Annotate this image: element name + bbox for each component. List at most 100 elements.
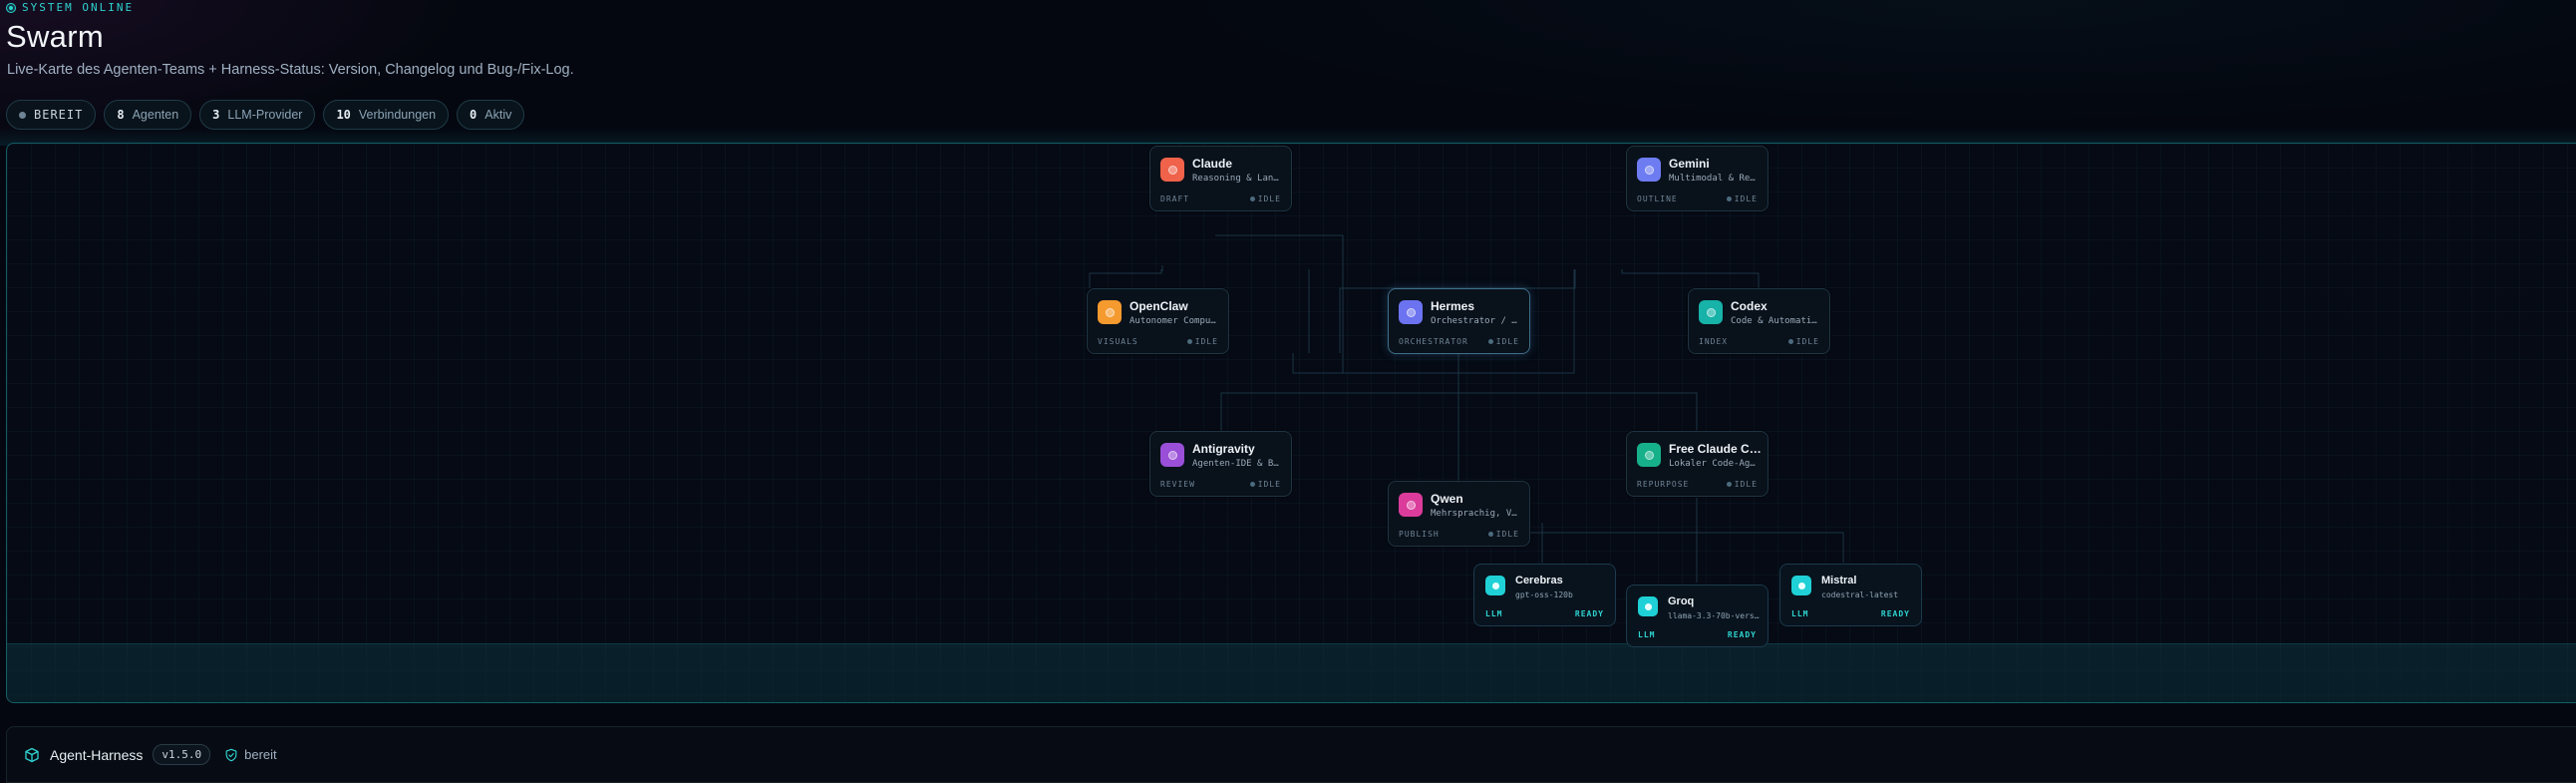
- edge-claude-hermes-side: [1215, 234, 1344, 373]
- agent-node-claude[interactable]: Claude Reasoning & Lang… DRAFT IDLE: [1149, 146, 1292, 211]
- llm-node-mistral[interactable]: Mistral codestral-latest LLM READY: [1779, 564, 1922, 626]
- shield-check-icon: [225, 748, 237, 761]
- state-label: BEREIT: [34, 108, 84, 122]
- llm-name: Mistral: [1821, 575, 1857, 587]
- agent-name: Claude: [1192, 157, 1233, 171]
- agent-hermes-icon: [1399, 300, 1423, 324]
- providers-label: LLM-Provider: [227, 108, 303, 122]
- active-label: Aktiv: [484, 108, 512, 122]
- agent-description: Code & Automatis…: [1731, 316, 1822, 326]
- agent-state: IDLE: [1488, 337, 1519, 346]
- cube-icon: [25, 747, 39, 762]
- agent-antigravity-icon: [1160, 443, 1184, 467]
- agent-openclaw-icon: [1098, 300, 1122, 324]
- status-indicator-icon: [6, 2, 16, 13]
- agent-state: IDLE: [1187, 337, 1218, 346]
- agent-role: ORCHESTRATOR: [1399, 337, 1468, 346]
- agent-description: Agenten-IDE & Bu…: [1192, 459, 1284, 469]
- agent-state: IDLE: [1727, 480, 1758, 489]
- agent-state: IDLE: [1250, 480, 1281, 489]
- llm-name: Cerebras: [1515, 575, 1563, 587]
- edge-hermes-antigravity: [1220, 392, 1458, 433]
- agent-role: PUBLISH: [1399, 530, 1440, 539]
- llm-model: llama-3.3-70b-vers…: [1668, 611, 1760, 620]
- active-count: 0: [470, 108, 478, 122]
- agent-role: VISUALS: [1098, 337, 1138, 346]
- agent-qwen-icon: [1399, 493, 1423, 517]
- harness-footer: Agent-Harness v1.5.0 bereit: [6, 726, 2576, 783]
- harness-name: Agent-Harness: [50, 746, 144, 763]
- llm-node-cerebras[interactable]: Cerebras gpt-oss-120b LLM READY: [1473, 564, 1616, 626]
- agent-node-openclaw[interactable]: OpenClaw Autonomer Comput… VISUALS IDLE: [1087, 288, 1229, 354]
- llm-mistral-icon: [1791, 576, 1811, 595]
- harness-status: bereit: [244, 747, 277, 762]
- agent-name: Antigravity: [1192, 442, 1255, 456]
- edge-claude-openclaw: [1089, 269, 1162, 288]
- llm-cerebras-icon: [1485, 576, 1505, 595]
- agent-node-qwen[interactable]: Qwen Mehrsprachig, Vi… PUBLISH IDLE: [1388, 481, 1530, 547]
- agent-name: Qwen: [1431, 492, 1463, 506]
- llm-state: READY: [1574, 609, 1604, 618]
- agent-node-gemini[interactable]: Gemini Multimodal & Rec… OUTLINE IDLE: [1626, 146, 1769, 211]
- agents-chip: 8 Agenten: [104, 100, 192, 130]
- agent-name: Hermes: [1431, 299, 1475, 313]
- edge-hermes-freeclaude: [1458, 392, 1698, 433]
- canvas-bottom-band: [7, 643, 2576, 702]
- agent-description: Orchestrator / C…: [1431, 316, 1522, 326]
- agent-node-hermes[interactable]: Hermes Orchestrator / C… ORCHESTRATOR ID…: [1388, 288, 1530, 354]
- agent-state: IDLE: [1488, 530, 1519, 539]
- agent-description: Multimodal & Rec…: [1669, 174, 1761, 184]
- agents-count: 8: [117, 108, 125, 122]
- edge-gemini-codex: [1621, 269, 1760, 288]
- llm-node-groq[interactable]: Groq llama-3.3-70b-vers… LLM READY: [1626, 585, 1769, 647]
- agent-state: IDLE: [1788, 337, 1819, 346]
- agent-node-codex[interactable]: Codex Code & Automatis… INDEX IDLE: [1688, 288, 1830, 354]
- agent-role: INDEX: [1699, 337, 1729, 346]
- agent-freeclaude-icon: [1637, 443, 1661, 467]
- agent-name: Codex: [1731, 299, 1768, 313]
- connections-label: Verbindungen: [358, 108, 437, 122]
- state-chip: BEREIT: [6, 100, 97, 130]
- connections-count: 10: [336, 108, 351, 122]
- state-dot-icon: [19, 111, 26, 119]
- agent-description: Autonomer Comput…: [1129, 316, 1221, 326]
- connection-lines: [1089, 234, 1844, 583]
- llm-state: READY: [1880, 609, 1910, 618]
- agent-state: IDLE: [1250, 195, 1281, 203]
- agent-node-free-claude-code[interactable]: Free Claude Co… Lokaler Code-Age… REPURP…: [1626, 431, 1769, 497]
- agent-gemini-icon: [1637, 158, 1661, 182]
- page-subtitle: Live-Karte des Agenten-Teams + Harness-S…: [7, 62, 574, 78]
- connections-chip: 10 Verbindungen: [323, 100, 450, 130]
- agent-role: REVIEW: [1160, 480, 1195, 489]
- llm-kind: LLM: [1791, 609, 1809, 618]
- system-status: SYSTEM ONLINE: [6, 1, 134, 14]
- llm-state: READY: [1727, 630, 1757, 639]
- agent-name: Gemini: [1669, 157, 1710, 171]
- agent-description: Lokaler Code-Age…: [1669, 459, 1761, 469]
- agent-description: Reasoning & Lang…: [1192, 174, 1284, 184]
- llm-groq-icon: [1638, 596, 1658, 616]
- agent-name: OpenClaw: [1129, 299, 1188, 313]
- swarm-canvas[interactable]: Claude Reasoning & Lang… DRAFT IDLE Gemi…: [6, 143, 2576, 703]
- llm-name: Groq: [1668, 595, 1695, 607]
- llm-kind: LLM: [1638, 630, 1656, 639]
- edge-qwen-mistral: [1529, 532, 1844, 563]
- agent-role: OUTLINE: [1637, 195, 1678, 203]
- agent-state: IDLE: [1727, 195, 1758, 203]
- agent-role: DRAFT: [1160, 195, 1190, 203]
- stats-bar: BEREIT 8 Agenten 3 LLM-Provider 10 Verbi…: [6, 100, 525, 130]
- agent-role: REPURPOSE: [1637, 480, 1690, 489]
- active-chip: 0 Aktiv: [457, 100, 525, 130]
- agents-label: Agenten: [132, 108, 179, 122]
- providers-count: 3: [212, 108, 220, 122]
- llm-model: gpt-oss-120b: [1515, 590, 1573, 599]
- llm-model: codestral-latest: [1821, 590, 1899, 599]
- agent-claude-icon: [1160, 158, 1184, 182]
- agent-codex-icon: [1699, 300, 1723, 324]
- llm-kind: LLM: [1485, 609, 1503, 618]
- harness-version-badge[interactable]: v1.5.0: [153, 744, 211, 765]
- agent-name: Free Claude Co…: [1669, 442, 1765, 456]
- agent-node-antigravity[interactable]: Antigravity Agenten-IDE & Bu… REVIEW IDL…: [1149, 431, 1292, 497]
- providers-chip: 3 LLM-Provider: [199, 100, 316, 130]
- page-title: Swarm: [6, 19, 104, 54]
